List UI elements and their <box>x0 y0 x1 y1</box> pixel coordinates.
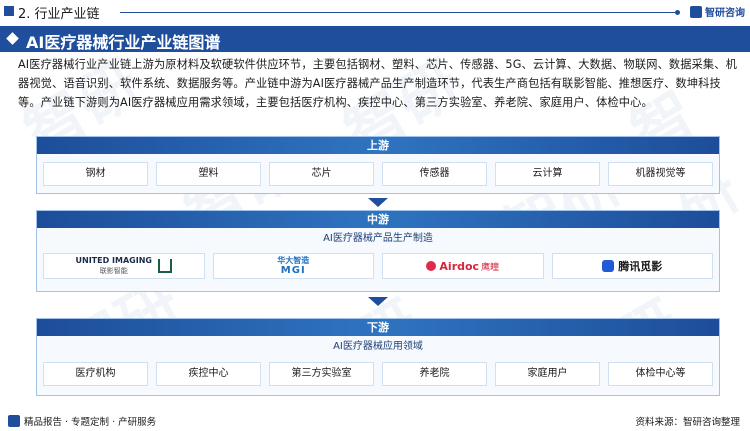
footer-logo-icon <box>8 415 20 427</box>
upstream-panel: 上游 钢材 塑料 芯片 传感器 云计算 机器视觉等 <box>36 136 720 194</box>
flow-arrow-icon <box>368 198 388 207</box>
diamond-icon <box>6 32 19 45</box>
downstream-item: 医疗机构 <box>43 362 148 386</box>
airdoc-logo-icon <box>426 261 437 271</box>
company-sub: MGI <box>280 265 306 276</box>
brand: 智研咨询 <box>690 4 745 19</box>
downstream-item: 养老院 <box>382 362 487 386</box>
tencent-miying-logo-icon <box>602 260 615 272</box>
company-logo-united-imaging: UNITED IMAGING 联影智能 <box>43 253 205 279</box>
company-logo-tencent-miying: 腾讯觅影 <box>551 253 713 279</box>
upstream-item: 传感器 <box>382 162 487 186</box>
company-name: 腾讯觅影 <box>618 260 663 273</box>
footer-left: 精品报告 · 专题定制 · 产研服务 <box>8 414 156 428</box>
company-name: Airdoc <box>439 259 480 273</box>
upstream-item: 机器视觉等 <box>608 162 713 186</box>
upstream-item: 塑料 <box>156 162 261 186</box>
downstream-item: 家庭用户 <box>495 362 600 386</box>
top-header: 2. 行业产业链 智研咨询 <box>0 0 750 24</box>
company-name: UNITED IMAGING <box>75 256 152 265</box>
section-label: 2. 行业产业链 <box>18 7 100 22</box>
downstream-subtitle: AI医疗器械应用领域 <box>333 341 423 352</box>
brand-logo-icon <box>690 5 702 18</box>
footer-slogan: 精品报告 · 专题定制 · 产研服务 <box>24 417 157 428</box>
upstream-item: 钢材 <box>43 162 148 186</box>
upstream-item: 云计算 <box>495 162 600 186</box>
brand-name: 智研咨询 <box>705 8 745 19</box>
downstream-item: 体检中心等 <box>608 362 713 386</box>
intro-paragraph: AI医疗器械行业产业链上游为原材料及软硬软件供应环节，主要包括钢材、塑料、芯片、… <box>18 58 737 109</box>
company-sub: 鹰瞳 <box>481 262 500 273</box>
flow-arrow-icon <box>368 297 388 306</box>
company-logo-airdoc: Airdoc 鹰瞳 <box>382 253 544 279</box>
downstream-item: 疾控中心 <box>156 362 261 386</box>
section-square-icon <box>4 6 14 16</box>
downstream-panel: 下游 AI医疗器械应用领域 医疗机构 疾控中心 第三方实验室 养老院 家庭用户 … <box>36 318 720 396</box>
title-bar: AI医疗器械行业产业链图谱 <box>0 26 750 52</box>
downstream-title: 下游 <box>37 319 719 336</box>
page-title: AI医疗器械行业产业链图谱 <box>26 33 221 52</box>
united-imaging-logo-icon <box>157 259 172 273</box>
company-logo-mgi: 华大智造 MGI <box>212 253 374 279</box>
midstream-title: 中游 <box>37 211 719 228</box>
header-divider <box>120 10 680 15</box>
midstream-subtitle: AI医疗器械产品生产制造 <box>323 233 433 244</box>
footer: 精品报告 · 专题定制 · 产研服务 资料来源：智研咨询整理 <box>0 410 750 431</box>
company-sub: 联影智能 <box>99 267 128 275</box>
upstream-title: 上游 <box>37 137 719 154</box>
footer-source: 资料来源：智研咨询整理 <box>635 417 740 428</box>
upstream-item: 芯片 <box>269 162 374 186</box>
midstream-panel: 中游 AI医疗器械产品生产制造 UNITED IMAGING 联影智能 华大智造… <box>36 210 720 292</box>
downstream-item: 第三方实验室 <box>269 362 374 386</box>
